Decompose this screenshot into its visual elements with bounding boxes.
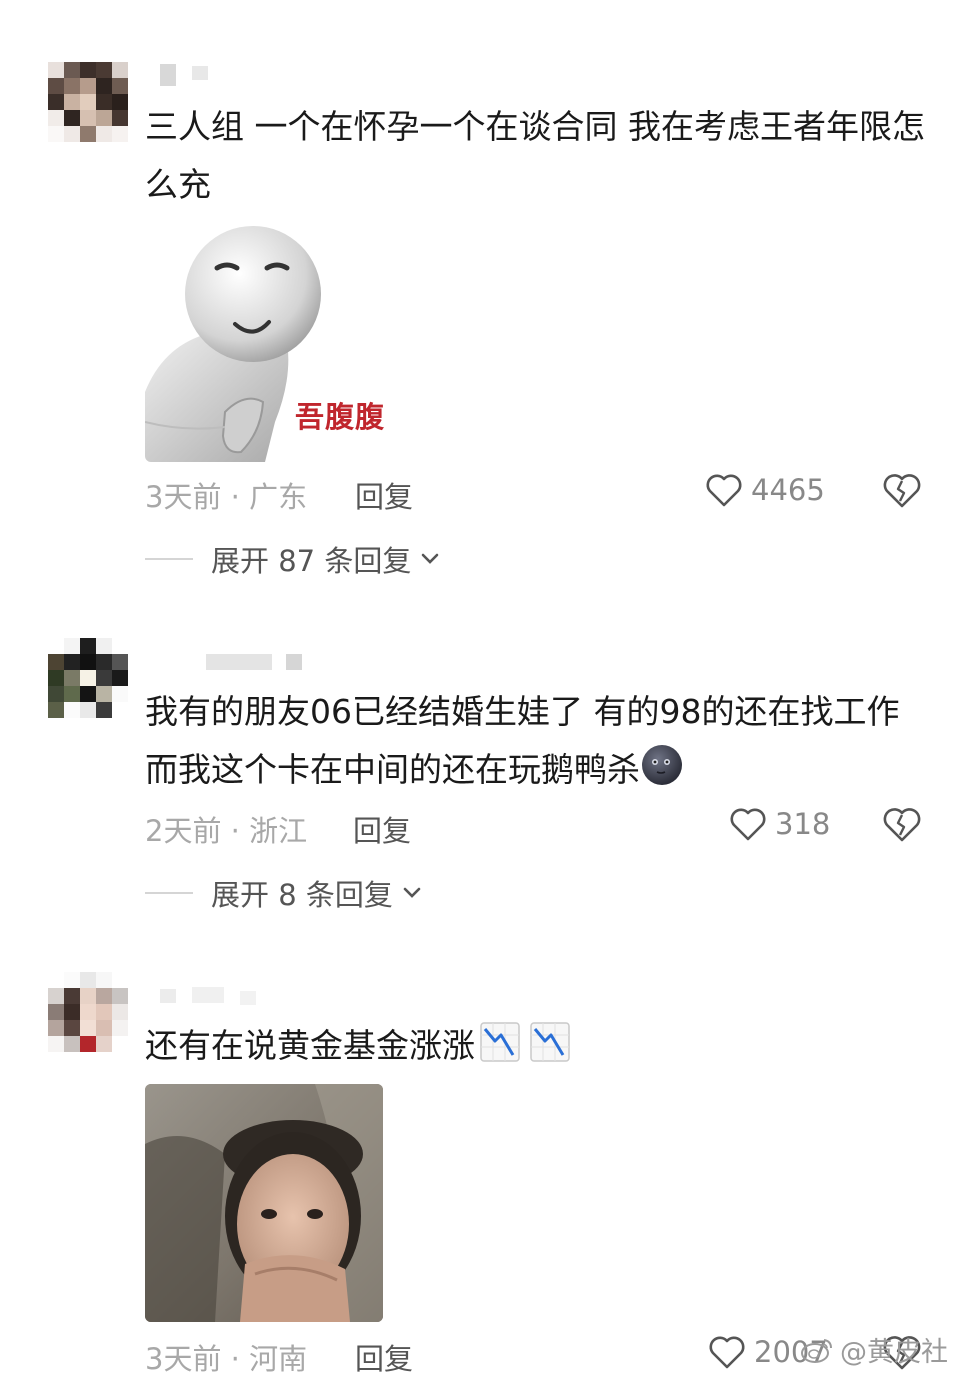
reply-button[interactable]: 回复 bbox=[353, 808, 411, 850]
photo-attachment[interactable] bbox=[145, 1084, 383, 1322]
sticker-caption: 吾腹腹 bbox=[295, 400, 385, 434]
watermark-text: @黄皮社 bbox=[840, 1337, 948, 1368]
broken-heart-icon bbox=[883, 474, 921, 508]
new-moon-face-icon bbox=[640, 743, 684, 805]
comment-text-content: 我有的朋友06已经结婚生娃了 有的98的还在找工作 而我这个卡在中间的还在玩鹅鸭… bbox=[145, 692, 900, 789]
timestamp-location: 3天前 · 广东 bbox=[145, 480, 308, 514]
username-redacted[interactable] bbox=[160, 985, 270, 1007]
broken-heart-icon bbox=[883, 808, 921, 842]
like-count: 4465 bbox=[751, 473, 825, 507]
avatar[interactable] bbox=[48, 972, 128, 1052]
timestamp-location: 3天前 · 河南 bbox=[145, 1342, 308, 1376]
comment-text-content: 还有在说黄金基金涨涨 bbox=[145, 1026, 475, 1065]
divider-line bbox=[145, 558, 193, 560]
username-redacted[interactable] bbox=[206, 652, 306, 674]
expand-replies-button[interactable]: 展开 87 条回复 bbox=[145, 538, 441, 580]
like-button[interactable]: 4465 bbox=[705, 472, 825, 508]
avatar[interactable] bbox=[48, 638, 128, 718]
like-count: 318 bbox=[775, 807, 831, 841]
comment-text: 我有的朋友06已经结婚生娃了 有的98的还在找工作 而我这个卡在中间的还在玩鹅鸭… bbox=[145, 683, 925, 805]
expand-replies-label: 展开 8 条回复 bbox=[211, 878, 393, 912]
expand-replies-label: 展开 87 条回复 bbox=[211, 544, 412, 578]
timestamp-location: 2天前 · 浙江 bbox=[145, 814, 308, 848]
sticker-image[interactable]: 吾腹腹 bbox=[145, 222, 385, 462]
chart-decreasing-icon bbox=[529, 1021, 571, 1081]
chevron-down-icon bbox=[422, 553, 439, 564]
avatar[interactable] bbox=[48, 62, 128, 142]
chart-decreasing-icon bbox=[479, 1021, 521, 1081]
weibo-logo-icon bbox=[801, 1338, 832, 1363]
watermark: @黄皮社 bbox=[800, 1330, 948, 1369]
heart-outline-icon bbox=[730, 808, 766, 841]
chevron-down-icon bbox=[403, 887, 421, 898]
expand-replies-button[interactable]: 展开 8 条回复 bbox=[145, 872, 423, 914]
heart-outline-icon bbox=[709, 1336, 745, 1369]
comment-text: 还有在说黄金基金涨涨 bbox=[145, 1017, 925, 1081]
comment-text: 三人组 一个在怀孕一个在谈合同 我在考虑王者年限怎么充 bbox=[145, 107, 925, 204]
heart-outline-icon bbox=[706, 474, 742, 507]
like-button[interactable]: 318 bbox=[729, 806, 830, 842]
reply-button[interactable]: 回复 bbox=[355, 1336, 413, 1378]
dislike-button[interactable] bbox=[882, 472, 922, 512]
girl-covering-mouth-photo bbox=[145, 1084, 383, 1322]
reply-button[interactable]: 回复 bbox=[355, 474, 413, 516]
username-redacted[interactable] bbox=[160, 64, 220, 86]
dislike-button[interactable] bbox=[882, 806, 922, 846]
divider-line bbox=[145, 892, 193, 894]
